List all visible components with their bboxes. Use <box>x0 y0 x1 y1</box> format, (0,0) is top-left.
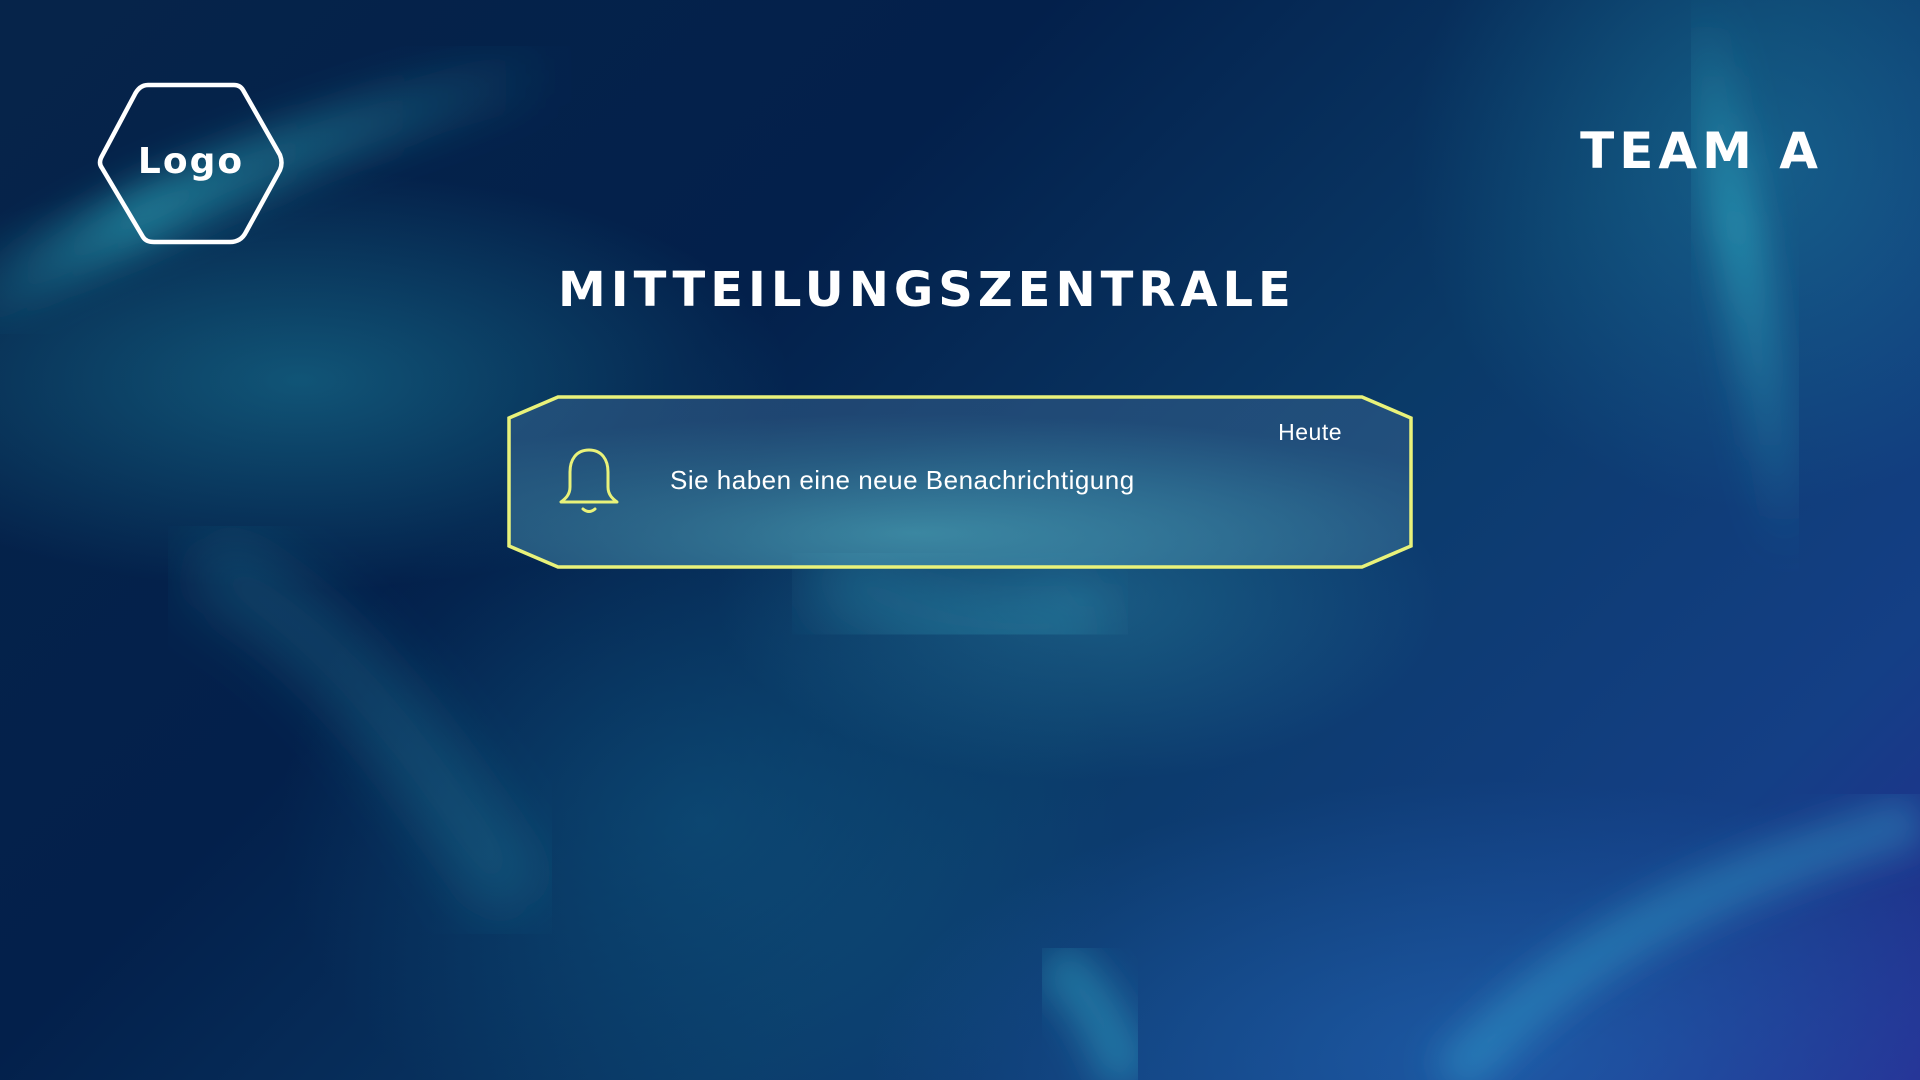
notification-message: Sie haben eine neue Benachrichtigung <box>670 465 1135 495</box>
notification-date: Heute <box>1278 419 1342 445</box>
logo-text: Logo <box>138 141 244 182</box>
logo-hexagon-icon: Logo <box>97 82 284 245</box>
bell-icon <box>556 445 622 517</box>
notification-center-screen: Logo TEAM A MITTEILUNGSZENTRALE Sie habe… <box>0 0 1920 1080</box>
logo: Logo <box>96 80 286 246</box>
notification-card[interactable]: Sie haben eine neue Benachrichtigung Heu… <box>506 395 1414 569</box>
team-label: TEAM A <box>1580 122 1823 180</box>
page-title: MITTEILUNGSZENTRALE <box>558 262 1296 318</box>
